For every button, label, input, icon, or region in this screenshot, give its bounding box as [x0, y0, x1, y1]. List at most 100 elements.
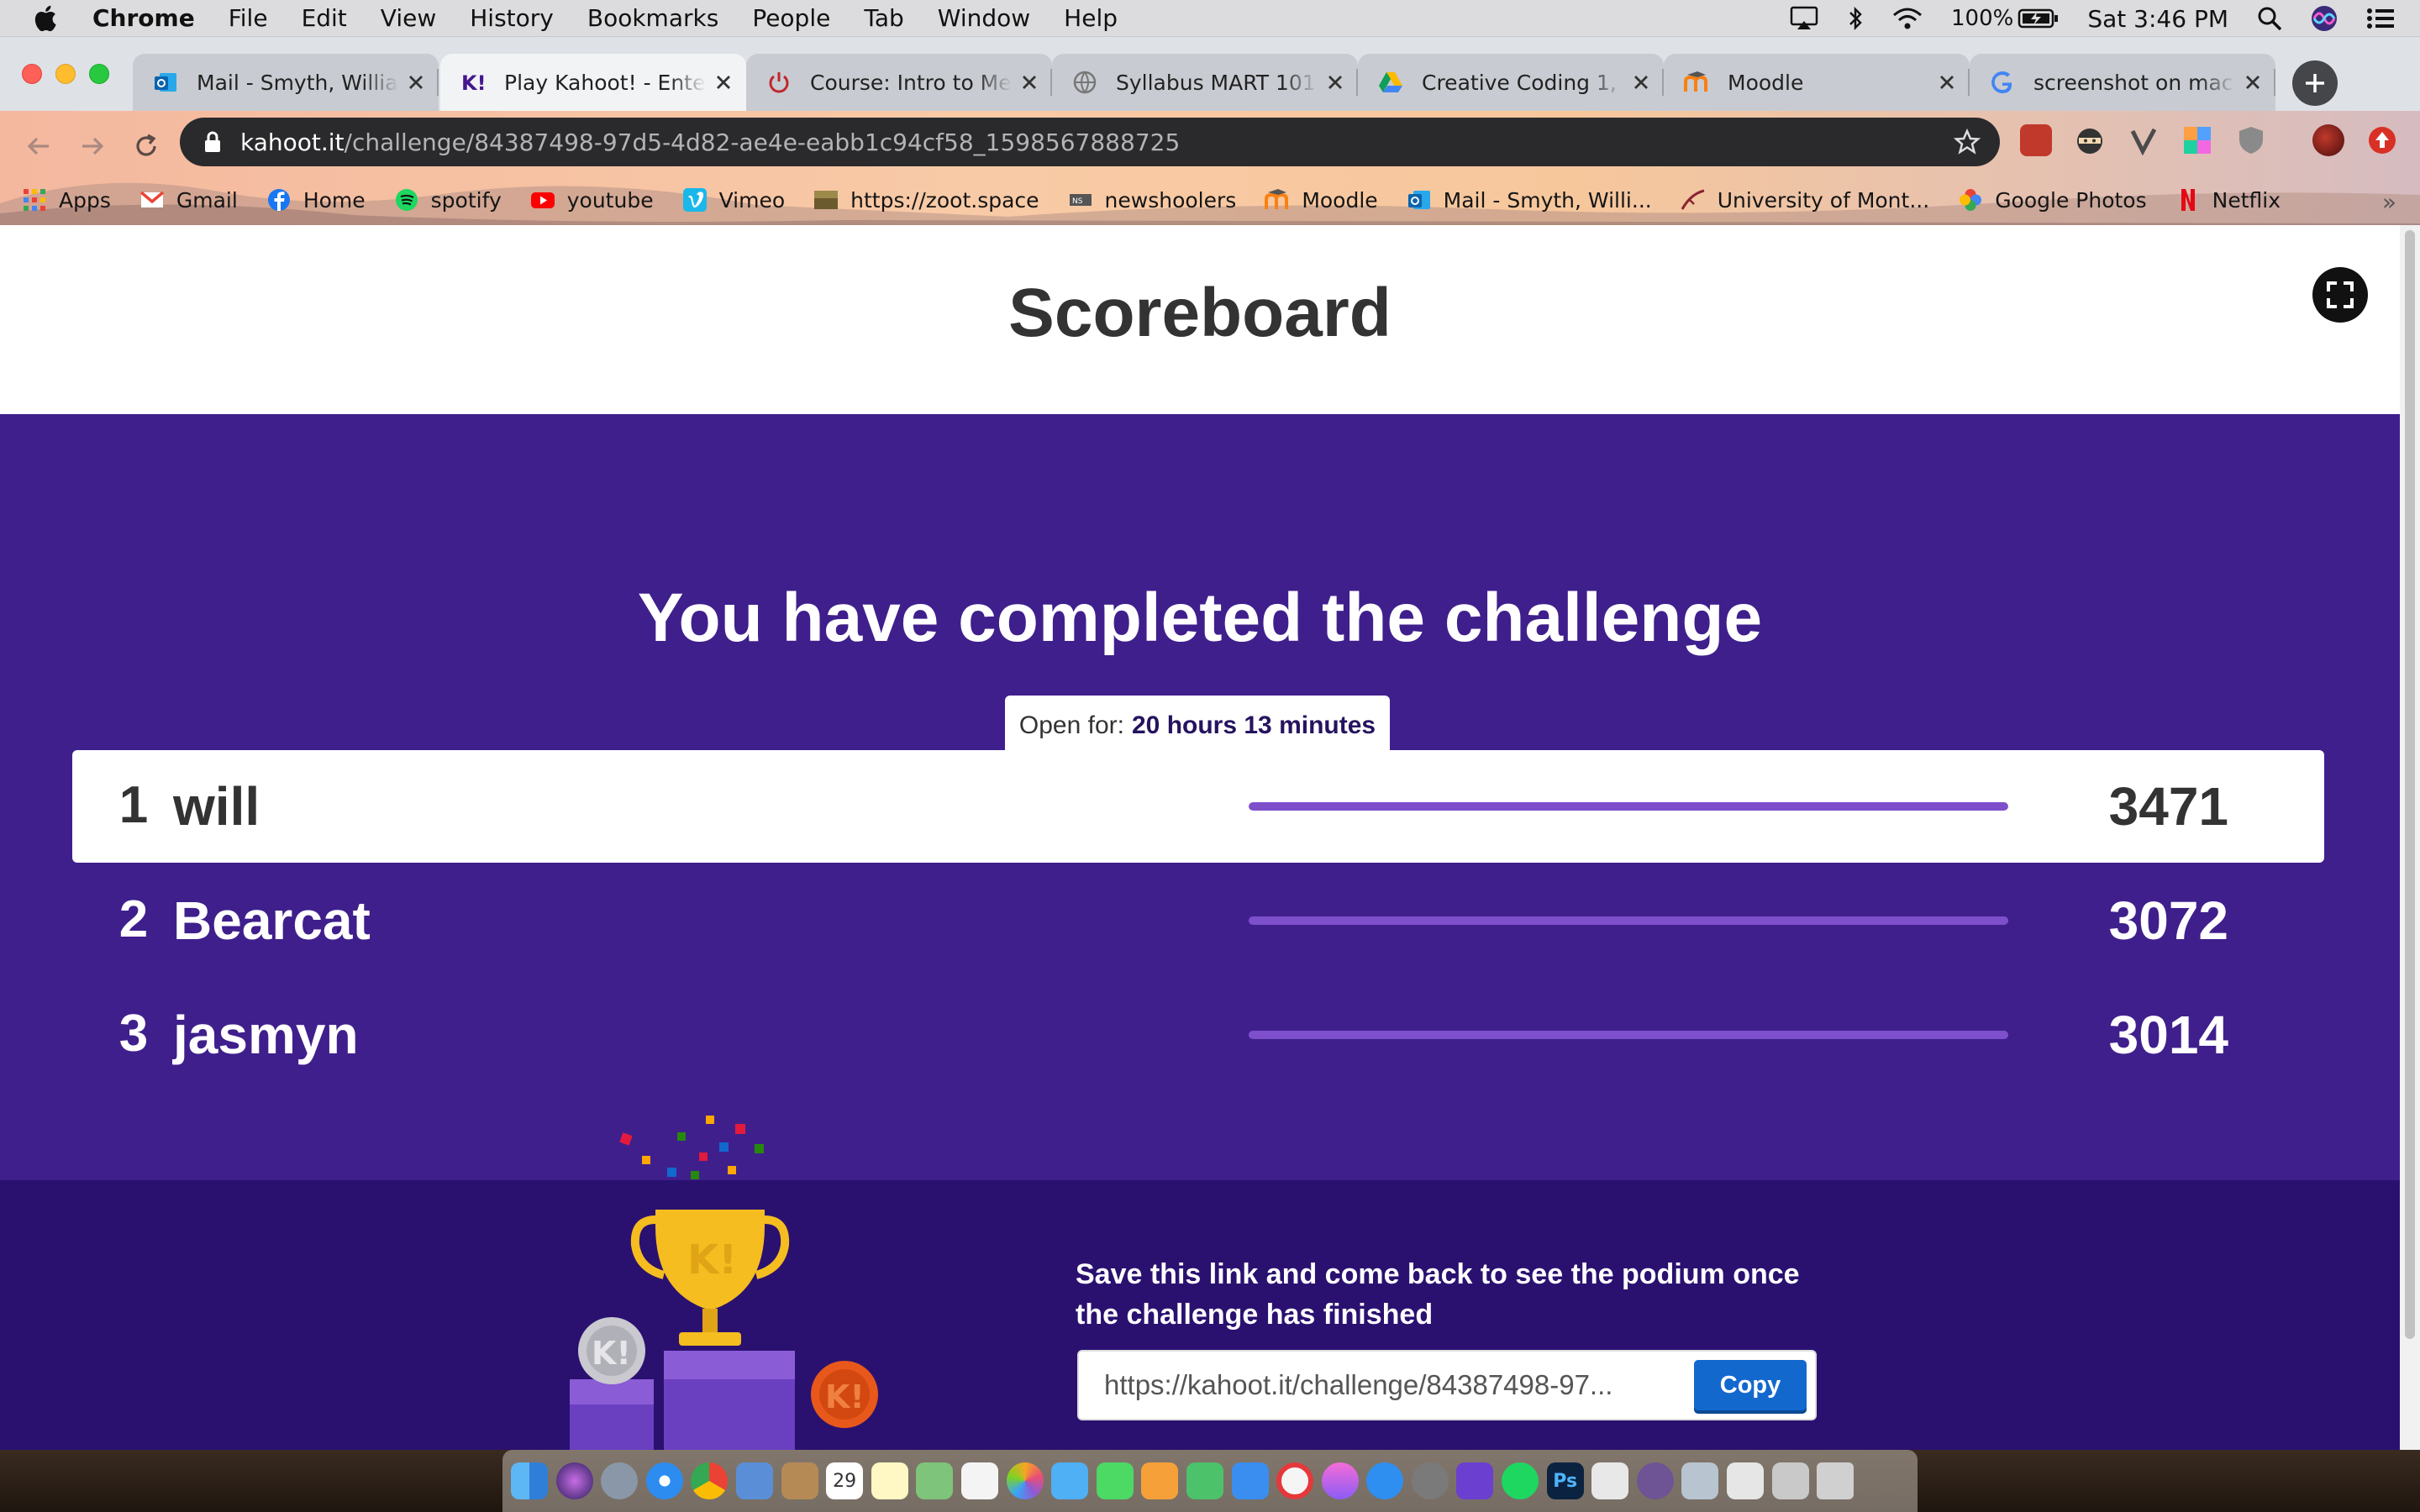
contacts-icon[interactable] — [781, 1462, 818, 1499]
battery-status[interactable]: 100% — [1951, 6, 2059, 31]
menu-view[interactable]: View — [381, 4, 436, 32]
challenge-link-field[interactable]: https://kahoot.it/challenge/84387498-97.… — [1077, 1350, 1817, 1420]
notes-icon[interactable] — [871, 1462, 908, 1499]
finder-icon[interactable] — [511, 1462, 548, 1499]
photos-icon[interactable] — [1006, 1462, 1044, 1499]
tab-close-icon[interactable] — [1938, 73, 1956, 92]
tab-close-icon[interactable] — [1020, 73, 1039, 92]
tab-close-icon[interactable] — [714, 73, 733, 92]
numbers-icon[interactable] — [1186, 1462, 1223, 1499]
bookmark-netflix[interactable]: Netflix — [2175, 187, 2281, 213]
github-icon[interactable] — [1636, 1462, 1674, 1499]
tab-close-icon[interactable] — [407, 73, 425, 92]
tab-close-icon[interactable] — [1326, 73, 1344, 92]
tab-close-icon[interactable] — [2244, 73, 2262, 92]
close-window-button[interactable] — [22, 64, 42, 84]
profile-avatar[interactable] — [2312, 124, 2344, 156]
tab-kahoot[interactable]: K! Play Kahoot! - Enter game PIN here! — [440, 54, 746, 111]
tab-moodle[interactable]: Moodle — [1664, 54, 1970, 111]
documents-icon[interactable] — [1727, 1462, 1765, 1499]
menu-edit[interactable]: Edit — [302, 4, 347, 32]
reminders-icon[interactable] — [960, 1462, 998, 1499]
itunes-icon[interactable] — [1321, 1462, 1359, 1499]
calendar-icon[interactable]: 29 — [826, 1462, 864, 1499]
bookmark-gmail[interactable]: Gmail — [139, 187, 238, 213]
wifi-icon[interactable] — [1892, 7, 1923, 30]
copy-link-button[interactable]: Copy — [1694, 1360, 1807, 1410]
news-icon[interactable] — [1276, 1462, 1314, 1499]
bookmark-spotify[interactable]: spotify — [394, 187, 502, 213]
pages-icon[interactable] — [1141, 1462, 1179, 1499]
forward-button[interactable] — [74, 128, 111, 165]
bookmarks-overflow-button[interactable]: » — [2382, 188, 2396, 216]
bookmark-vimeo[interactable]: Vimeo — [682, 187, 785, 213]
bookmark-newschoolers[interactable]: NS newshoolers — [1068, 187, 1236, 213]
menu-tab[interactable]: Tab — [864, 4, 903, 32]
tab-google-search[interactable]: screenshot on mac - Google Search — [1970, 54, 2275, 111]
lock-icon[interactable] — [203, 131, 222, 153]
tab-syllabus[interactable]: Syllabus MART 101L — [1052, 54, 1358, 111]
app-store-icon[interactable] — [1366, 1462, 1404, 1499]
chrome-update-icon[interactable] — [2366, 124, 2398, 156]
bookmark-university[interactable]: University of Mont... — [1681, 187, 1929, 213]
new-tab-button[interactable] — [2292, 60, 2338, 106]
challenge-link-value[interactable]: https://kahoot.it/challenge/84387498-97.… — [1104, 1369, 1676, 1401]
photoshop-icon[interactable]: Ps — [1546, 1462, 1584, 1499]
textedit-icon[interactable] — [1591, 1462, 1629, 1499]
tab-creative-coding[interactable]: Creative Coding 1, MART — [1358, 54, 1664, 111]
system-preferences-icon[interactable] — [1411, 1462, 1449, 1499]
menu-help[interactable]: Help — [1064, 4, 1118, 32]
airplay-icon[interactable] — [1790, 6, 1818, 31]
menu-clock[interactable]: Sat 3:46 PM — [2087, 5, 2228, 33]
trash-icon[interactable] — [1817, 1462, 1854, 1499]
bookmark-mail[interactable]: Mail - Smyth, Willi... — [1407, 187, 1652, 213]
address-bar[interactable]: kahoot.it/challenge/84387498-97d5-4d82-a… — [180, 118, 2000, 166]
extension-ninja-icon[interactable] — [2074, 124, 2106, 156]
menu-file[interactable]: File — [229, 4, 268, 32]
facetime-icon[interactable] — [1096, 1462, 1134, 1499]
bookmark-star-icon[interactable] — [1953, 128, 1981, 155]
imovie-icon[interactable] — [1456, 1462, 1494, 1499]
bookmark-youtube[interactable]: youtube — [530, 187, 654, 213]
bookmark-zoot[interactable]: https://zoot.space — [813, 187, 1039, 213]
tab-course[interactable]: Course: Intro to Media Arts — [746, 54, 1052, 111]
spotlight-icon[interactable] — [2257, 6, 2282, 31]
downloads-icon[interactable] — [1771, 1462, 1809, 1499]
menu-history[interactable]: History — [470, 4, 554, 32]
extension-red-icon[interactable] — [2020, 124, 2052, 156]
menu-app-name[interactable]: Chrome — [92, 4, 195, 32]
reload-button[interactable] — [128, 128, 165, 165]
fullscreen-button[interactable] — [2312, 267, 2368, 323]
preview-icon[interactable] — [735, 1462, 773, 1499]
safari-icon[interactable] — [645, 1462, 683, 1499]
tab-mail[interactable]: Mail - Smyth, William — [133, 54, 439, 111]
extension-vimeo-icon[interactable] — [2128, 124, 2160, 156]
page-scrollbar[interactable] — [2400, 225, 2420, 1450]
chrome-icon[interactable] — [691, 1462, 729, 1499]
scrollbar-thumb[interactable] — [2405, 230, 2415, 1339]
siri-icon[interactable] — [2311, 5, 2338, 32]
notification-center-icon[interactable] — [2366, 7, 2395, 30]
image-capture-icon[interactable] — [1681, 1462, 1719, 1499]
siri-icon[interactable] — [555, 1462, 593, 1499]
apple-menu-icon[interactable] — [32, 3, 62, 34]
spotify-icon[interactable] — [1502, 1462, 1539, 1499]
zoom-window-button[interactable] — [89, 64, 109, 84]
back-button[interactable] — [20, 128, 57, 165]
messages-icon[interactable] — [1051, 1462, 1089, 1499]
bluetooth-icon[interactable] — [1847, 6, 1864, 31]
bookmark-moodle[interactable]: Moodle — [1265, 187, 1378, 213]
menu-window[interactable]: Window — [938, 4, 1030, 32]
keynote-icon[interactable] — [1231, 1462, 1269, 1499]
launchpad-icon[interactable] — [601, 1462, 639, 1499]
bookmark-google-photos[interactable]: Google Photos — [1958, 187, 2147, 213]
extension-shield-icon[interactable] — [2235, 124, 2267, 156]
tab-close-icon[interactable] — [1632, 73, 1650, 92]
bookmark-facebook-home[interactable]: Home — [266, 187, 366, 213]
minimize-window-button[interactable] — [55, 64, 76, 84]
maps-icon[interactable] — [916, 1462, 954, 1499]
extension-color-icon[interactable] — [2181, 124, 2213, 156]
menu-people[interactable]: People — [752, 4, 830, 32]
bookmark-apps[interactable]: Apps — [22, 187, 111, 213]
menu-bookmarks[interactable]: Bookmarks — [587, 4, 718, 32]
